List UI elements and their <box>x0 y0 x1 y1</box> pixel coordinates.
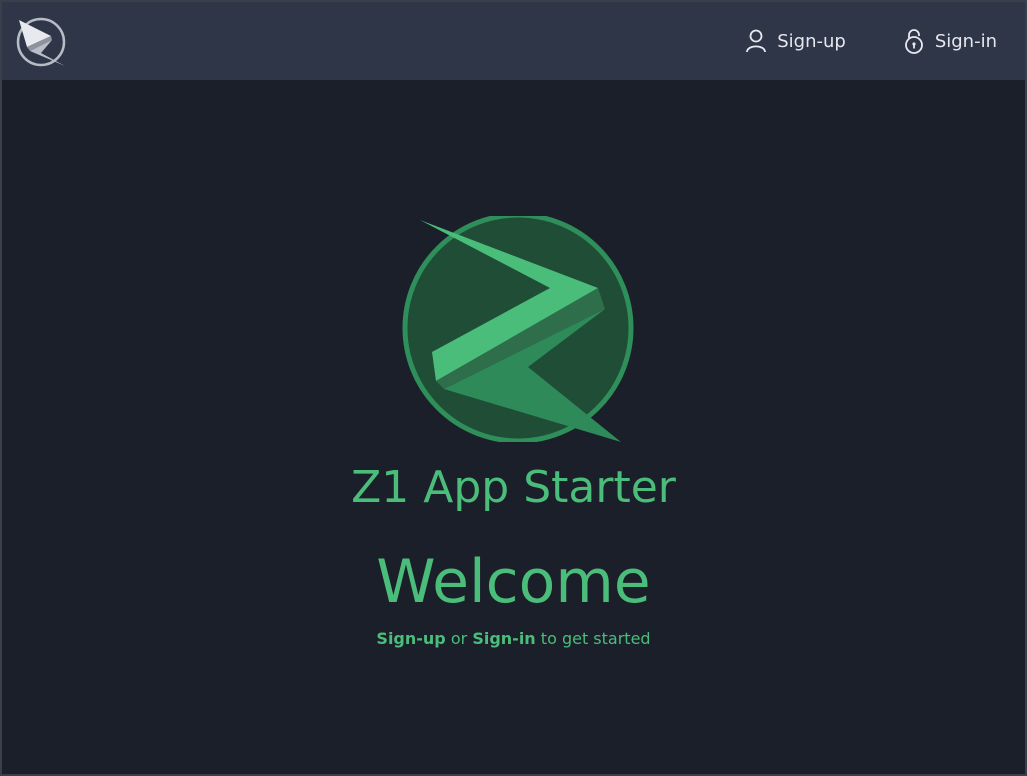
get-started-tail: to get started <box>540 629 651 648</box>
app-window: Sign-up Sign-in Z1 App Starter Welcome S… <box>0 0 1027 776</box>
nav-signin-link[interactable]: Sign-in <box>903 28 997 54</box>
nav-signup-link[interactable]: Sign-up <box>745 29 846 53</box>
brand-logo-link[interactable] <box>15 16 67 68</box>
or-text: or <box>450 629 468 648</box>
hero-section: Z1 App Starter Welcome Sign-up or Sign-i… <box>2 80 1025 774</box>
welcome-heading: Welcome <box>376 547 651 617</box>
get-started-text: Sign-up or Sign-in to get started <box>2 628 1025 650</box>
inline-signin-link[interactable]: Sign-in <box>472 629 535 648</box>
inline-signup-link[interactable]: Sign-up <box>376 629 445 648</box>
unlock-icon <box>904 29 923 54</box>
top-navbar: Sign-up Sign-in <box>2 2 1025 80</box>
header-nav: Sign-up Sign-in <box>745 2 1025 80</box>
nav-signup-label: Sign-up <box>777 30 846 52</box>
nav-signin-label: Sign-in <box>934 30 997 52</box>
app-title: Z1 App Starter <box>351 462 676 513</box>
user-icon <box>746 29 767 53</box>
z1-logo-icon <box>402 216 634 442</box>
z1-logo-icon <box>16 17 66 67</box>
